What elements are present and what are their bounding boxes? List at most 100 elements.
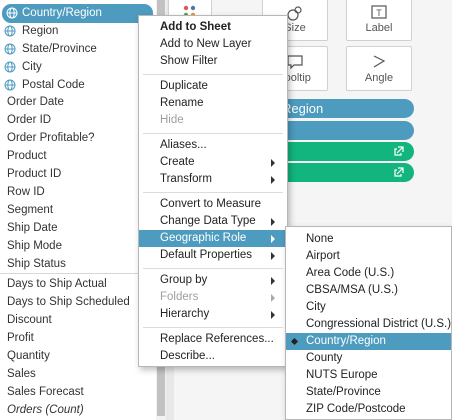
globe-icon — [4, 79, 16, 91]
geo-role-state-province[interactable]: State/Province — [286, 384, 451, 401]
submenu-arrow-icon — [271, 159, 275, 167]
menu-change-data-type[interactable]: Change Data Type — [139, 213, 287, 230]
svg-text:T: T — [376, 8, 382, 18]
field-label: State/Province — [22, 43, 97, 55]
menu-separator — [143, 268, 283, 269]
pill-label: Region — [282, 101, 324, 116]
submenu-arrow-icon — [271, 277, 275, 285]
field-row-id[interactable]: Row ID — [7, 183, 45, 201]
field-postal-code[interactable]: Postal Code — [4, 76, 85, 94]
menu-add-to-new-layer[interactable]: Add to New Layer — [139, 36, 287, 53]
menu-describe[interactable]: Describe... — [139, 348, 287, 365]
menu-separator — [143, 133, 283, 134]
field-discount[interactable]: Discount — [7, 311, 52, 329]
geo-role-zip-code[interactable]: ZIP Code/Postcode — [286, 401, 451, 418]
size-icon — [287, 6, 302, 21]
field-country-region[interactable]: Country/Region — [2, 4, 153, 23]
menu-replace-references[interactable]: Replace References... — [139, 331, 287, 348]
submenu-arrow-icon — [271, 218, 275, 226]
field-label: Country/Region — [22, 7, 102, 19]
geo-role-city[interactable]: City — [286, 299, 451, 316]
field-days-to-ship-actual[interactable]: Days to Ship Actual — [7, 275, 107, 293]
field-label: Postal Code — [22, 79, 85, 91]
submenu-arrow-icon — [271, 235, 275, 243]
menu-duplicate[interactable]: Duplicate — [139, 78, 287, 95]
menu-transform-label: Transform — [160, 173, 212, 185]
geo-role-country-region-label: Country/Region — [306, 335, 386, 347]
field-context-menu: Add to Sheet Add to New Layer Show Filte… — [138, 15, 288, 367]
field-product[interactable]: Product — [7, 147, 47, 165]
field-order-date[interactable]: Order Date — [7, 93, 64, 111]
field-ship-date[interactable]: Ship Date — [7, 219, 58, 237]
menu-aliases[interactable]: Aliases... — [139, 137, 287, 154]
geo-role-area-code[interactable]: Area Code (U.S.) — [286, 265, 451, 282]
tooltip-icon — [287, 55, 303, 69]
geo-role-cbsa-msa[interactable]: CBSA/MSA (U.S.) — [286, 282, 451, 299]
field-sales-forecast[interactable]: Sales Forecast — [7, 383, 84, 401]
menu-transform[interactable]: Transform — [139, 171, 287, 188]
geographic-role-submenu: None Airport Area Code (U.S.) CBSA/MSA (… — [285, 226, 452, 420]
menu-separator — [143, 327, 283, 328]
field-sales[interactable]: Sales — [7, 365, 36, 383]
external-link-icon — [394, 167, 404, 177]
menu-rename[interactable]: Rename — [139, 95, 287, 112]
menu-hierarchy[interactable]: Hierarchy — [139, 306, 287, 323]
label-label: Label — [365, 22, 393, 34]
divider — [0, 273, 156, 274]
tableau-workspace: Country/Region Region State/Province Cit… — [0, 0, 452, 420]
field-order-profitable[interactable]: Order Profitable? — [7, 129, 95, 147]
selected-diamond-icon — [290, 337, 299, 346]
field-days-to-ship-scheduled[interactable]: Days to Ship Scheduled — [7, 293, 130, 311]
menu-geographic-role-label: Geographic Role — [160, 232, 247, 244]
geo-role-country-region[interactable]: Country/Region — [286, 333, 451, 350]
menu-geographic-role[interactable]: Geographic Role — [139, 230, 287, 247]
menu-create-label: Create — [160, 156, 195, 168]
menu-change-data-type-label: Change Data Type — [160, 215, 256, 227]
field-city[interactable]: City — [4, 58, 42, 76]
label-icon: T — [371, 5, 387, 19]
globe-icon — [6, 7, 18, 19]
field-region[interactable]: Region — [4, 22, 58, 40]
field-ship-status[interactable]: Ship Status — [7, 255, 66, 273]
geo-role-congressional-district[interactable]: Congressional District (U.S.) — [286, 316, 451, 333]
field-order-id[interactable]: Order ID — [7, 111, 51, 129]
menu-separator — [143, 192, 283, 193]
geo-role-nuts-europe[interactable]: NUTS Europe — [286, 367, 451, 384]
menu-convert-to-measure[interactable]: Convert to Measure — [139, 196, 287, 213]
menu-folders-label: Folders — [160, 291, 199, 303]
submenu-arrow-icon — [271, 294, 275, 302]
submenu-arrow-icon — [271, 311, 275, 319]
external-link-icon — [394, 146, 404, 156]
menu-group-by[interactable]: Group by — [139, 272, 287, 289]
field-label: Region — [22, 25, 59, 37]
menu-group-by-label: Group by — [160, 274, 208, 286]
field-ship-mode[interactable]: Ship Mode — [7, 237, 62, 255]
menu-show-filter[interactable]: Show Filter — [139, 53, 287, 70]
field-quantity[interactable]: Quantity — [7, 347, 50, 365]
geo-role-none[interactable]: None — [286, 231, 451, 248]
submenu-arrow-icon — [271, 252, 275, 260]
field-label: City — [22, 61, 42, 73]
menu-default-properties-label: Default Properties — [160, 249, 253, 261]
menu-separator — [143, 74, 283, 75]
geo-role-county[interactable]: County — [286, 350, 451, 367]
submenu-arrow-icon — [271, 176, 275, 184]
field-state-province[interactable]: State/Province — [4, 40, 97, 58]
angle-button[interactable]: Angle — [346, 46, 412, 91]
field-segment[interactable]: Segment — [7, 201, 53, 219]
menu-hide: Hide — [160, 114, 184, 126]
field-orders-count[interactable]: Orders (Count) — [7, 401, 84, 419]
field-product-id[interactable]: Product ID — [7, 165, 61, 183]
menu-create[interactable]: Create — [139, 154, 287, 171]
angle-icon — [373, 55, 386, 68]
data-pane: Country/Region Region State/Province Cit… — [0, 0, 156, 420]
menu-add-to-sheet[interactable]: Add to Sheet — [139, 19, 287, 36]
field-profit[interactable]: Profit — [7, 329, 34, 347]
menu-default-properties[interactable]: Default Properties — [139, 247, 287, 264]
label-button[interactable]: T Label — [346, 0, 412, 41]
globe-icon — [4, 43, 16, 55]
angle-label: Angle — [364, 72, 394, 84]
geo-role-airport[interactable]: Airport — [286, 248, 451, 265]
globe-icon — [4, 61, 16, 73]
menu-folders: Folders — [139, 289, 287, 306]
